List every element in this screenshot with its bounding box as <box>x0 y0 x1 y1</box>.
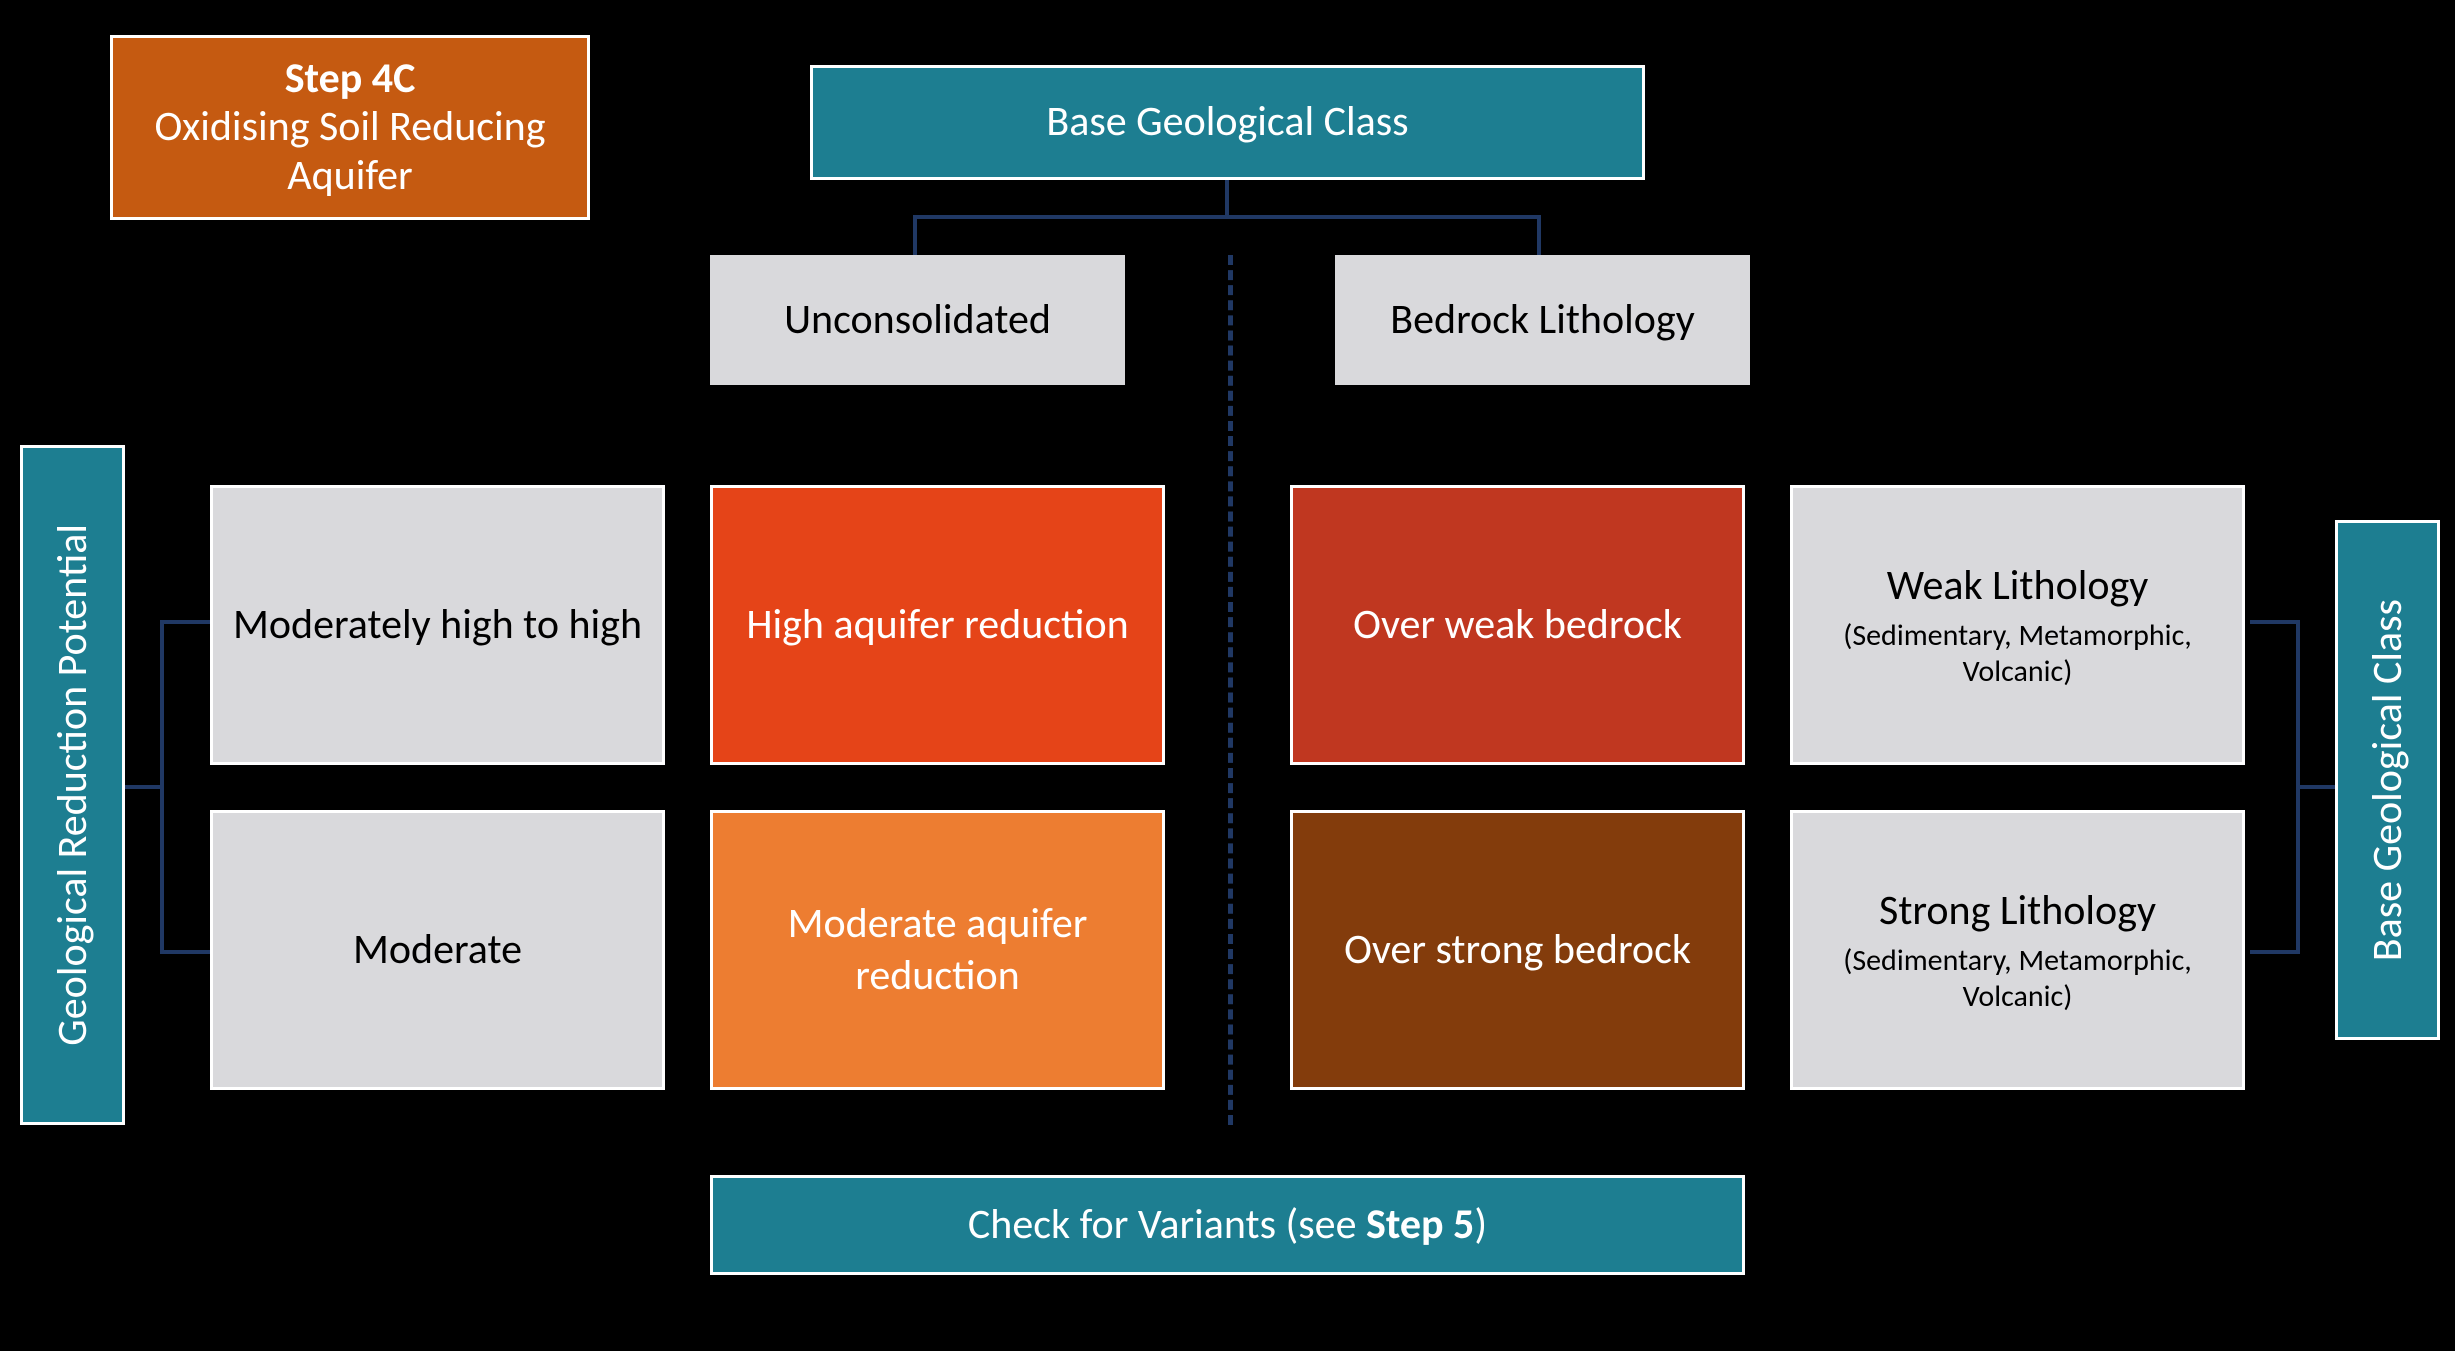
footer-text: Check for Variants (see Step 5) <box>968 1201 1487 1249</box>
step-badge: Step 4C Oxidising Soil Reducing Aquifer <box>110 35 590 220</box>
top-header-text: Base Geological Class <box>1046 98 1408 146</box>
row2-midright: Over strong bedrock <box>1290 810 1745 1090</box>
step-title: Oxidising Soil Reducing Aquifer <box>113 103 587 200</box>
connector <box>913 215 917 255</box>
row1-midright: Over weak bedrock <box>1290 485 1745 765</box>
step-code: Step 4C <box>285 55 416 103</box>
row2-midleft-text: Moderate aquifer reduction <box>713 898 1162 1003</box>
row2-right: Strong Lithology (Sedimentary, Metamorph… <box>1790 810 2245 1090</box>
connector <box>1537 215 1541 255</box>
connector <box>2296 620 2300 954</box>
connector <box>2300 785 2335 789</box>
footer-prefix: Check for Variants (see <box>968 1199 1366 1250</box>
row1-midleft-text: High aquifer reduction <box>746 599 1128 652</box>
connector <box>125 785 160 789</box>
connector <box>160 620 210 624</box>
connector <box>160 620 164 954</box>
row2-midleft: Moderate aquifer reduction <box>710 810 1165 1090</box>
row2-midright-text: Over strong bedrock <box>1344 924 1691 977</box>
top-header: Base Geological Class <box>810 65 1645 180</box>
connector <box>2250 950 2300 954</box>
row1-right-sub: (Sedimentary, Metamorphic, Volcanic) <box>1793 618 2242 690</box>
footer-box: Check for Variants (see Step 5) <box>710 1175 1745 1275</box>
footer-bold: Step 5 <box>1366 1199 1474 1250</box>
row1-midleft: High aquifer reduction <box>710 485 1165 765</box>
row1-right: Weak Lithology (Sedimentary, Metamorphic… <box>1790 485 2245 765</box>
right-axis-label: Base Geological Class <box>2335 520 2440 1040</box>
divider-dashed <box>1228 255 1233 1125</box>
connector <box>2250 620 2300 624</box>
category-unconsolidated-text: Unconsolidated <box>784 294 1051 347</box>
right-axis-label-text: Base Geological Class <box>2362 599 2413 961</box>
row2-left-text: Moderate <box>353 924 522 977</box>
row2-left: Moderate <box>210 810 665 1090</box>
connector <box>913 215 1541 219</box>
category-unconsolidated: Unconsolidated <box>710 255 1125 385</box>
row2-right-sub: (Sedimentary, Metamorphic, Volcanic) <box>1793 943 2242 1015</box>
category-bedrock: Bedrock Lithology <box>1335 255 1750 385</box>
row2-right-main: Strong Lithology <box>1879 885 2156 938</box>
left-axis-label-text: Geological Reduction Potential <box>47 524 98 1046</box>
row1-left-text: Moderately high to high <box>233 599 642 652</box>
row1-midright-text: Over weak bedrock <box>1353 599 1682 652</box>
category-bedrock-text: Bedrock Lithology <box>1390 294 1694 347</box>
connector <box>1225 180 1229 215</box>
left-axis-label: Geological Reduction Potential <box>20 445 125 1125</box>
row1-right-main: Weak Lithology <box>1887 560 2149 613</box>
footer-suffix: ) <box>1474 1199 1487 1250</box>
row1-left: Moderately high to high <box>210 485 665 765</box>
connector <box>160 950 210 954</box>
